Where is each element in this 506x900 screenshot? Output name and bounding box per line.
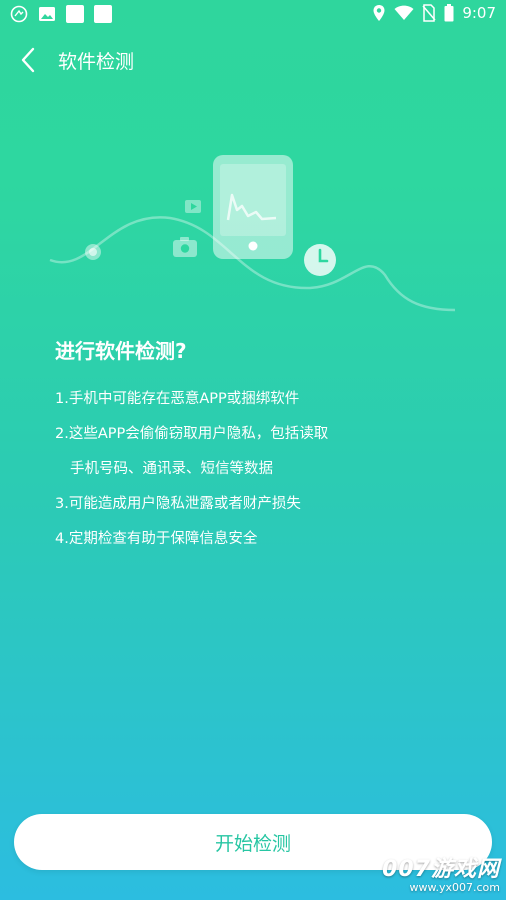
location-icon bbox=[373, 5, 385, 21]
chevron-left-icon bbox=[21, 47, 35, 73]
info-section: 进行软件检测? 1.手机中可能存在恶意APP或捆绑软件 2.这些APP会偷偷窃取… bbox=[55, 335, 475, 557]
illustration bbox=[49, 155, 456, 312]
top-bar: 软件检测 bbox=[0, 40, 506, 80]
site-watermark: 007游戏网 www.yx007.com bbox=[382, 851, 500, 894]
status-time: 9:07 bbox=[462, 4, 496, 22]
phone-icon bbox=[213, 155, 293, 259]
info-line-4: 4.定期检查有助于保障信息安全 bbox=[55, 531, 258, 547]
info-line-3: 3.可能造成用户隐私泄露或者财产损失 bbox=[55, 496, 301, 512]
notification-box-icon bbox=[66, 5, 84, 23]
clock-icon bbox=[304, 244, 336, 276]
status-bar: 9:07 bbox=[0, 0, 506, 28]
notification-box-icon bbox=[94, 5, 112, 23]
page-title: 软件检测 bbox=[58, 51, 135, 73]
status-bar-right: 9:07 bbox=[372, 4, 496, 22]
camera-icon bbox=[173, 237, 197, 257]
notification-app-icon bbox=[10, 5, 28, 23]
back-button[interactable] bbox=[16, 46, 44, 74]
watermark-logo: 007游戏网 bbox=[382, 857, 500, 882]
info-line-2: 2.这些APP会偷偷窃取用户隐私，包括读取 bbox=[55, 426, 329, 442]
image-icon bbox=[39, 7, 55, 21]
info-heading: 进行软件检测? bbox=[55, 339, 187, 363]
info-line-1: 1.手机中可能存在恶意APP或捆绑软件 bbox=[55, 391, 300, 407]
battery-icon bbox=[444, 4, 454, 22]
no-sim-icon bbox=[422, 4, 436, 22]
info-line-2-continued: 手机号码、通讯录、短信等数据 bbox=[70, 461, 273, 477]
play-icon bbox=[185, 200, 201, 213]
wifi-icon bbox=[394, 5, 414, 20]
status-bar-left bbox=[10, 5, 112, 23]
